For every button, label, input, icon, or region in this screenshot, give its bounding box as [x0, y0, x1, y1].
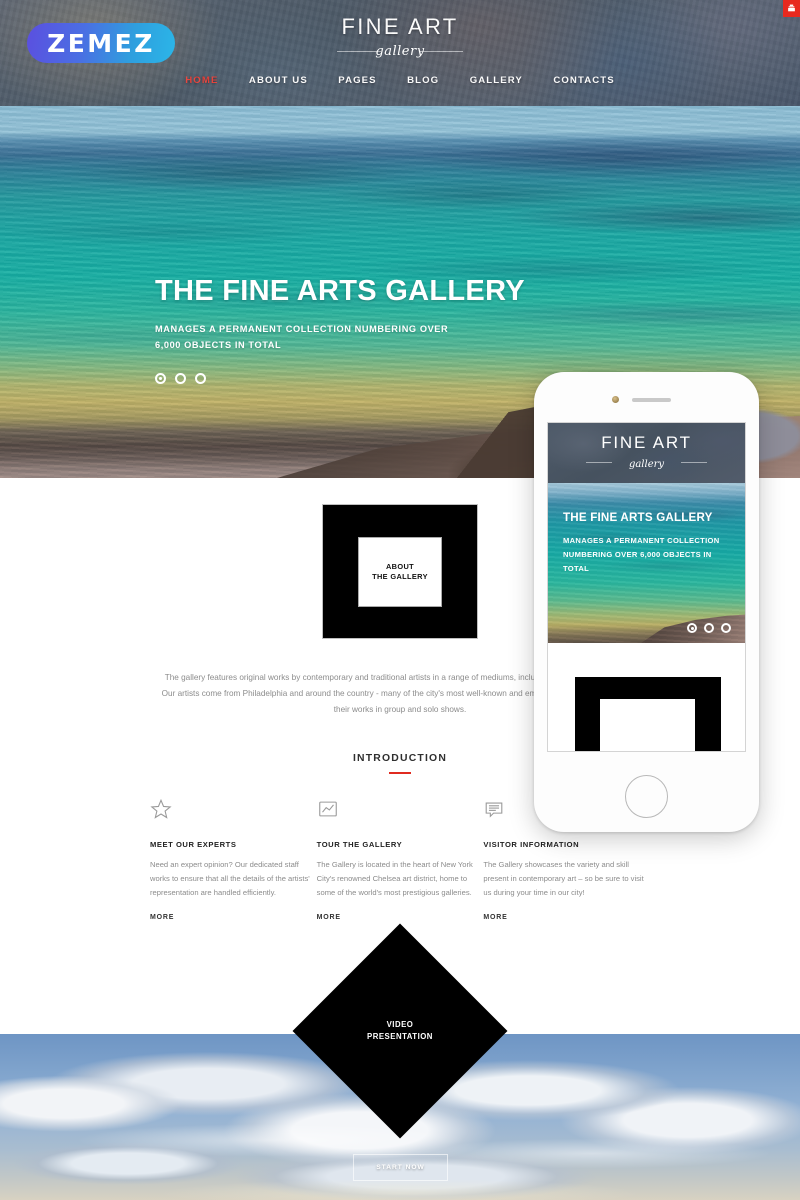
phone-hero-subtitle: MANAGES A PERMANENT COLLECTION NUMBERING…: [563, 534, 720, 576]
phone-hero: THE FINE ARTS GALLERY MANAGES A PERMANEN…: [548, 483, 745, 643]
video-presentation-line-2: PRESENTATION: [367, 1032, 433, 1041]
star-icon: [150, 798, 317, 828]
about-frame-line-2: THE GALLERY: [372, 571, 428, 581]
phone-hero-copy: THE FINE ARTS GALLERY MANAGES A PERMANEN…: [563, 511, 720, 576]
intro-column-title: MEET OUR EXPERTS: [150, 840, 237, 849]
nav-item-about-us[interactable]: ABOUT US: [249, 75, 308, 86]
intro-column-more-link[interactable]: MORE: [317, 914, 341, 921]
about-frame-line-1: ABOUT: [385, 561, 415, 571]
phone-slider-dot-2[interactable]: [704, 623, 714, 633]
phone-hero-subtitle-line-3: TOTAL: [563, 564, 590, 573]
phone-speaker-icon: [632, 398, 671, 402]
intro-column-text: Need an expert opinion? Our dedicated st…: [150, 860, 310, 897]
phone-brand: FINE ART gallery: [548, 433, 745, 470]
intro-column-more-link[interactable]: MORE: [483, 914, 507, 921]
phone-hero-subtitle-line-1: MANAGES A PERMANENT COLLECTION: [563, 536, 720, 545]
intro-column-meet-our-experts: MEET OUR EXPERTS Need an expert opinion?…: [150, 798, 317, 924]
start-now-label: START NOW: [376, 1164, 425, 1171]
hero-slider-dots: [155, 373, 525, 384]
phone-hero-subtitle-line-2: NUMBERING OVER 6,000 OBJECTS IN: [563, 550, 712, 559]
intro-column-title: VISITOR INFORMATION: [483, 840, 580, 849]
page-root: ZEMEZ FINE ART gallery HOME ABOUT US PAG…: [0, 0, 800, 1200]
phone-mockup: FINE ART gallery THE FINE ARTS GALLERY M…: [534, 372, 759, 832]
intro-column-tour-the-gallery: TOUR THE GALLERY The Gallery is located …: [317, 798, 484, 924]
intro-column-text: The Gallery showcases the variety and sk…: [483, 860, 644, 897]
nav-item-contacts[interactable]: CONTACTS: [553, 75, 614, 86]
about-frame: ABOUT THE GALLERY: [322, 504, 478, 639]
zemez-logo-text: ZEMEZ: [47, 28, 155, 58]
introduction-rule: [389, 772, 411, 774]
site-header: ZEMEZ FINE ART gallery HOME ABOUT US PAG…: [0, 0, 800, 106]
cart-badge[interactable]: [783, 0, 800, 17]
zemez-logo[interactable]: ZEMEZ: [27, 23, 175, 63]
phone-brand-title: FINE ART: [601, 433, 692, 452]
phone-brand-subtitle-wrap: gallery: [548, 454, 745, 470]
phone-brand-subtitle: gallery: [628, 459, 665, 470]
hero-subtitle-line-2: 6,000 OBJECTS IN TOTAL: [155, 340, 282, 350]
phone-site-header: FINE ART gallery: [548, 423, 745, 483]
phone-about-section: ABOUT: [548, 643, 745, 751]
hero-copy: THE FINE ARTS GALLERY MANAGES A PERMANEN…: [155, 275, 525, 384]
nav-item-blog[interactable]: BLOG: [407, 75, 439, 86]
picture-chart-icon: [317, 798, 484, 828]
intro-column-title: TOUR THE GALLERY: [316, 840, 403, 849]
about-frame-inner: ABOUT THE GALLERY: [358, 536, 442, 607]
phone-slider-dots: [687, 623, 731, 633]
phone-slider-dot-1[interactable]: [687, 623, 697, 633]
hero-subtitle: MANAGES A PERMANENT COLLECTION NUMBERING…: [155, 321, 525, 353]
hero-subtitle-line-1: MANAGES A PERMANENT COLLECTION NUMBERING…: [155, 324, 449, 334]
nav-item-gallery[interactable]: GALLERY: [470, 75, 523, 86]
intro-column-text: The Gallery is located in the heart of N…: [316, 860, 473, 897]
start-now-button[interactable]: START NOW: [353, 1154, 448, 1181]
brand-subtitle: gallery: [375, 44, 425, 59]
hero-slider-dot-1[interactable]: [155, 373, 166, 384]
hero-title: THE FINE ARTS GALLERY: [155, 275, 525, 307]
phone-slider-dot-3[interactable]: [721, 623, 731, 633]
phone-about-frame: ABOUT: [575, 677, 721, 751]
cart-icon: [788, 4, 795, 12]
phone-about-frame-inner: ABOUT: [600, 699, 695, 751]
hero-slider-dot-2[interactable]: [175, 373, 186, 384]
nav-item-home[interactable]: HOME: [185, 75, 218, 86]
phone-hero-title: THE FINE ARTS GALLERY: [563, 511, 713, 524]
nav-item-pages[interactable]: PAGES: [338, 75, 376, 86]
video-presentation-label: VIDEO PRESENTATION: [367, 1019, 433, 1043]
phone-camera-icon: [612, 396, 619, 403]
phone-screen: FINE ART gallery THE FINE ARTS GALLERY M…: [547, 422, 746, 752]
video-presentation-line-1: VIDEO: [386, 1020, 414, 1029]
phone-home-button[interactable]: [625, 775, 668, 818]
intro-column-more-link[interactable]: MORE: [150, 914, 174, 921]
hero-slider-dot-3[interactable]: [195, 373, 206, 384]
main-navigation: HOME ABOUT US PAGES BLOG GALLERY CONTACT…: [0, 70, 800, 88]
